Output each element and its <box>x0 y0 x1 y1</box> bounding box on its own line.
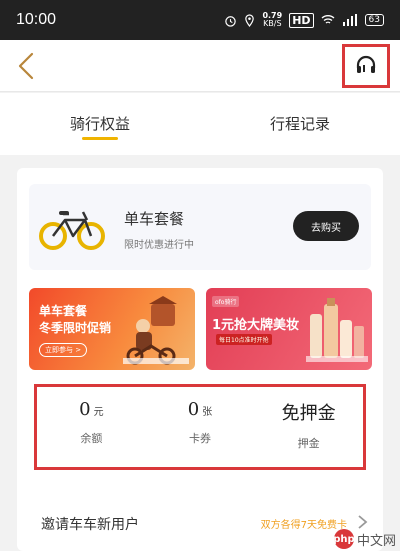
top-nav <box>0 40 400 92</box>
customer-service-button[interactable] <box>342 44 390 88</box>
deposit-stat[interactable]: 免押金 押金 <box>254 387 363 467</box>
promo-tag: ofo骑行 <box>212 296 240 307</box>
tab-trip-records[interactable]: 行程记录 <box>200 93 400 155</box>
package-subtitle: 限时优惠进行中 <box>124 240 194 251</box>
wifi-icon <box>321 15 334 24</box>
bike-package-promo-banner[interactable]: 单车套餐 冬季限时促销 立即参与 > <box>29 288 195 370</box>
bicycle-icon <box>39 211 105 250</box>
buy-button[interactable]: 去购买 <box>293 211 359 241</box>
balance-stat[interactable]: 0元 余额 <box>37 387 146 467</box>
status-time: 10:00 <box>16 11 57 28</box>
promo-line2: 冬季限时促销 <box>39 321 112 335</box>
battery-indicator: 63 <box>364 14 384 26</box>
bike-package-card[interactable]: 单车套餐 限时优惠进行中 去购买 <box>29 184 371 270</box>
network-speed: 0.79 KB/S <box>262 11 283 28</box>
package-title: 单车套餐 <box>124 210 185 228</box>
invite-title: 邀请车车新用户 <box>41 517 139 533</box>
php-logo: php <box>333 529 355 549</box>
watermark: php 中文网 <box>333 529 396 549</box>
watermark-text: 中文网 <box>356 533 396 549</box>
beauty-promo-banner[interactable]: ofo骑行 1元抢大牌美妆 每日10点准时开抢 <box>206 288 372 370</box>
invite-row[interactable]: 邀请车车新用户 双方各得7天免费卡 <box>17 506 383 540</box>
promo-sub: 每日10点准时开抢 <box>216 334 272 345</box>
promo-title: 1元抢大牌美妆 <box>212 318 300 333</box>
back-button[interactable] <box>12 50 42 82</box>
deposit-value: 免押金 <box>281 403 336 424</box>
hd-indicator: HD <box>289 12 314 28</box>
tab-bar: 骑行权益 行程记录 <box>0 93 400 155</box>
promo-cta: 立即参与 > <box>39 343 88 357</box>
cosmetics-illustration <box>306 298 368 362</box>
benefits-card: 单车套餐 限时优惠进行中 去购买 单车套餐 冬季限时促销 立即参与 > ofo骑… <box>17 168 383 551</box>
account-summary: 0元 余额 0张 卡券 免押金 押金 <box>34 384 366 470</box>
rider-illustration <box>123 296 189 365</box>
balance-label: 余额 <box>80 432 103 445</box>
balance-value: 0元 <box>79 399 104 420</box>
tab-riding-benefits[interactable]: 骑行权益 <box>0 93 200 155</box>
status-bar: 10:00 0.79 KB/S HD 63 <box>0 0 400 40</box>
location-icon <box>245 13 255 27</box>
promo-line1: 单车套餐 <box>39 304 88 318</box>
coupons-stat[interactable]: 0张 卡券 <box>146 387 255 467</box>
coupons-label: 卡券 <box>189 432 211 445</box>
coupons-value: 0张 <box>187 399 213 420</box>
status-icons: 0.79 KB/S HD 63 <box>224 12 384 28</box>
headset-icon <box>356 55 376 73</box>
signal-icon <box>342 14 357 26</box>
chevron-right-icon <box>358 515 368 529</box>
alarm-icon <box>225 15 237 27</box>
deposit-label: 押金 <box>297 437 320 450</box>
chevron-left-icon <box>18 52 34 80</box>
